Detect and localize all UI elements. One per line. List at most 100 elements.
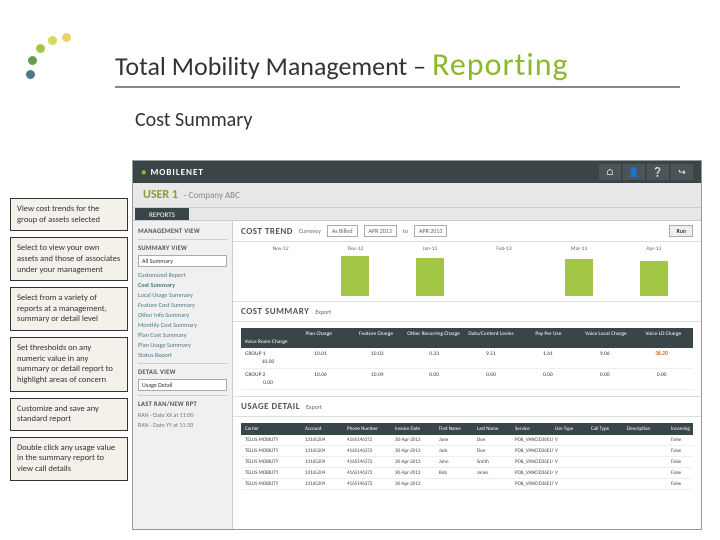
cell: 10.01	[293, 351, 348, 357]
detail-header: USAGE DETAIL Export	[233, 397, 701, 417]
detail-title: USAGE DETAIL	[241, 401, 300, 412]
chart-bar	[565, 259, 593, 297]
cell: False	[669, 470, 691, 476]
title-accent: Reporting	[432, 45, 569, 84]
nav-home-icon[interactable]: ⌂	[599, 164, 621, 180]
side-link[interactable]: Plan Cost Summary	[138, 331, 227, 339]
side-sub: RAN - Date XX at 11:00	[138, 411, 227, 419]
cell: TELUS MOBILITY	[243, 437, 303, 443]
to-date[interactable]: APR 2013	[414, 225, 447, 237]
run-button[interactable]: Run	[669, 225, 693, 237]
side-h-summary: SUMMARY VIEW	[138, 244, 227, 252]
callout: View cost trends for the group of assets…	[10, 198, 128, 231]
cell	[589, 481, 625, 487]
table-row[interactable]: TELUS MOBILITY13165204416514637230-Apr-2…	[241, 435, 693, 446]
table-row[interactable]: TELUS MOBILITY13165204416514637230-Apr-2…	[241, 468, 693, 479]
cell: 30-Apr-2013	[393, 437, 437, 443]
trend-header: COST TREND Currency As Billed APR 2013 t…	[233, 221, 701, 242]
cell: 0.00	[634, 372, 689, 378]
page-title-row: Total Mobility Management – Reporting	[115, 45, 680, 88]
cell: PO8_VANCID36E144	[513, 459, 553, 465]
currency-select[interactable]: As Billed	[327, 225, 358, 237]
side-link[interactable]: Plan Usage Summary	[138, 341, 227, 349]
cell: 13165204	[303, 470, 345, 476]
cell	[625, 448, 669, 454]
summary-select[interactable]: All Summary	[138, 255, 227, 267]
callout: Customize and save any standard report	[10, 398, 128, 431]
cell: GROUP 2	[245, 372, 291, 378]
export-link[interactable]: Export	[306, 403, 322, 411]
summary-title: COST SUMMARY	[241, 306, 309, 317]
subtitle: Cost Summary	[135, 108, 680, 132]
cell: False	[669, 459, 691, 465]
user-bar: USER 1 - Company ABC	[133, 183, 701, 207]
cell: TELUS MOBILITY	[243, 448, 303, 454]
user-name: USER 1	[143, 188, 178, 202]
app-topbar: MOBILENET ⌂ 👤 ❔ ↪	[133, 161, 701, 183]
nav-help-icon[interactable]: ❔	[647, 164, 669, 180]
col-h: Service	[513, 426, 553, 432]
side-link[interactable]: Feature Cost Summary	[138, 301, 227, 309]
detail-select[interactable]: Usage Detail	[138, 379, 227, 391]
export-link[interactable]: Export	[315, 308, 331, 316]
cell: 0.00	[520, 372, 575, 378]
callout: Select to view your own assets and those…	[10, 237, 128, 281]
cell	[589, 437, 625, 443]
side-link[interactable]: Local Usage Summary	[138, 291, 227, 299]
cell: 0.00	[245, 380, 291, 386]
callout: Select from a variety of reports at a ma…	[10, 287, 128, 331]
col-h	[243, 331, 289, 337]
col-h: Last Name	[475, 426, 513, 432]
cell: 1.61	[520, 351, 575, 357]
col-h: Phone Number	[345, 426, 393, 432]
col-h: Description	[625, 426, 669, 432]
callout-list: View cost trends for the group of assets…	[10, 198, 128, 481]
cell: 10.09	[350, 372, 405, 378]
cell	[625, 470, 669, 476]
cell	[625, 459, 669, 465]
side-link[interactable]: Other Info Summary	[138, 311, 227, 319]
cell: 10.03	[350, 351, 405, 357]
x-tick: Feb-13	[496, 246, 511, 252]
side-link[interactable]: Customized Report	[138, 271, 227, 279]
side-link-active[interactable]: Cost Summary	[138, 281, 227, 289]
nav-exit-icon[interactable]: ↪	[671, 164, 693, 180]
trend-title: COST TREND	[241, 226, 293, 237]
chart-bar	[341, 256, 369, 296]
callout: Set thresholds on any numeric value in a…	[10, 337, 128, 392]
cell: 13165204	[303, 459, 345, 465]
cell	[437, 481, 475, 487]
x-tick: Apr-13	[646, 246, 661, 252]
nav-user-icon[interactable]: 👤	[623, 164, 645, 180]
cell	[589, 470, 625, 476]
cell: 4165146372	[345, 470, 393, 476]
cell: 30-Apr-2013	[393, 481, 437, 487]
col-h: Carrier	[243, 426, 303, 432]
cell: 0.00	[464, 372, 519, 378]
table-row[interactable]: GROUP 110.0110.030.339.511.619.0636.2010…	[241, 348, 693, 369]
side-link[interactable]: Status Report	[138, 351, 227, 359]
cell: PO8_VANCID36E158	[513, 448, 553, 454]
table-row[interactable]: TELUS MOBILITY13165204416514637230-Apr-2…	[241, 457, 693, 468]
side-h-detail: DETAIL VIEW	[138, 368, 227, 376]
cell: 30-Apr-2013	[393, 448, 437, 454]
from-date[interactable]: APR 2013	[364, 225, 397, 237]
cell	[589, 448, 625, 454]
col-h: Incoming	[669, 426, 691, 432]
title-main: Total Mobility Management –	[115, 50, 426, 82]
side-h-lastran: LAST RAN/NEW RPT	[138, 400, 227, 408]
tab-reports[interactable]: REPORTS	[135, 208, 189, 220]
x-tick: Nov-12	[273, 246, 289, 252]
side-link[interactable]: Monthly Cost Summary	[138, 321, 227, 329]
cell: 9.06	[577, 351, 632, 357]
user-company: - Company ABC	[184, 190, 240, 201]
col-h: Call Type	[589, 426, 625, 432]
table-row[interactable]: GROUP 210.0610.090.000.000.000.000.000.0…	[241, 369, 693, 390]
cell: TELUS MOBILITY	[243, 459, 303, 465]
side-sub: RAN - Date YY at 11:30	[138, 421, 227, 429]
table-row[interactable]: TELUS MOBILITY13165204416514637230-Apr-2…	[241, 479, 693, 490]
sidebar: MANAGEMENT VIEW SUMMARY VIEW All Summary…	[133, 221, 233, 529]
table-row[interactable]: TELUS MOBILITY13165204416514637230-Apr-2…	[241, 446, 693, 457]
cell: False	[669, 448, 691, 454]
cell: V	[553, 459, 589, 465]
